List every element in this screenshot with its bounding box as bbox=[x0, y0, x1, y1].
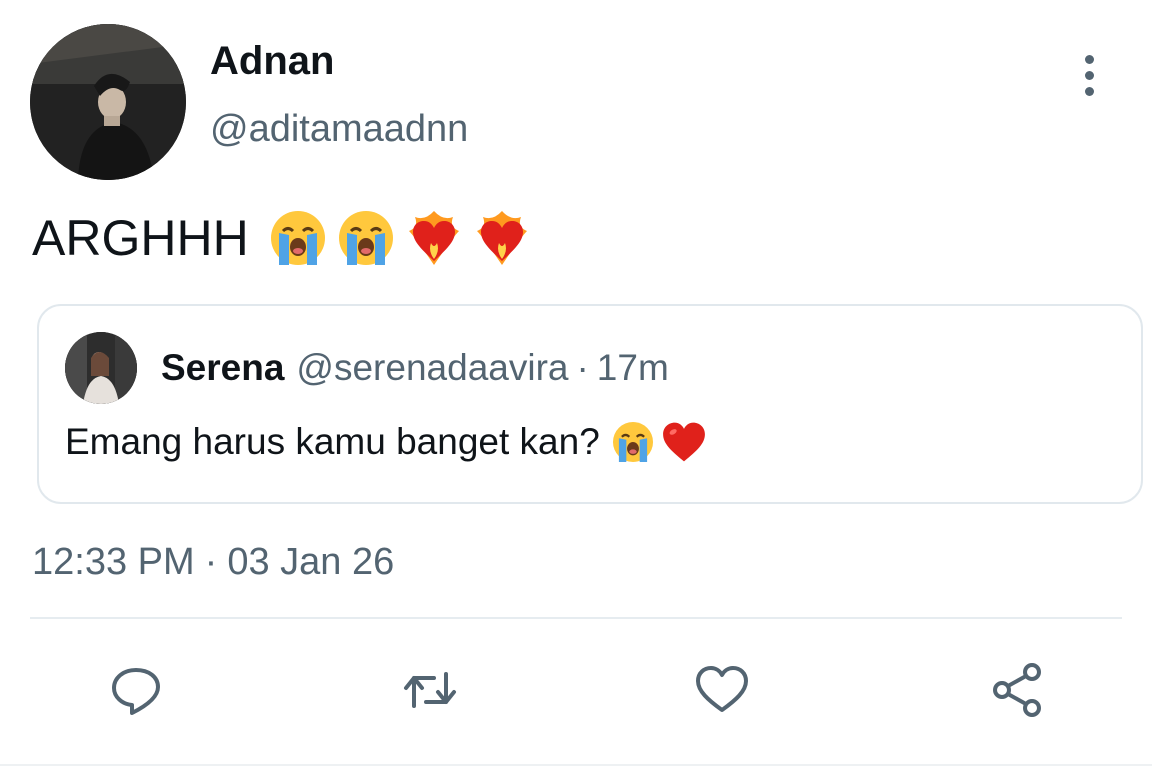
loudly-crying-face-emoji bbox=[338, 211, 393, 265]
tweet-text: ARGHHH bbox=[32, 206, 533, 270]
quoted-separator: · bbox=[576, 347, 589, 388]
quoted-tweet-card[interactable]: Serena @serenadaavira · 17m Emang harus … bbox=[37, 304, 1143, 504]
reply-button[interactable] bbox=[104, 658, 168, 722]
divider bbox=[30, 617, 1122, 619]
author-avatar-image bbox=[30, 24, 186, 180]
timestamp-date: 03 Jan 26 bbox=[227, 540, 395, 583]
author-handle[interactable]: @aditamaadnn bbox=[210, 106, 468, 152]
more-vertical-icon[interactable] bbox=[1066, 50, 1112, 100]
share-button[interactable] bbox=[986, 658, 1050, 722]
quoted-tweet-emojis bbox=[610, 419, 708, 465]
reply-icon bbox=[112, 668, 160, 715]
quoted-author-display-name[interactable]: Serena bbox=[161, 346, 284, 390]
quoted-relative-time[interactable]: 17m bbox=[597, 346, 669, 390]
quoted-tweet-header: Serena @serenadaavira · 17m bbox=[161, 346, 669, 390]
share-icon bbox=[993, 663, 1041, 717]
retweet-icon bbox=[404, 672, 456, 708]
quoted-tweet-text-content: Emang harus kamu banget kan? bbox=[65, 421, 600, 462]
timestamp-separator: · bbox=[204, 540, 218, 583]
like-button[interactable] bbox=[690, 658, 754, 722]
quoted-author-avatar[interactable] bbox=[65, 332, 137, 404]
quoted-tweet-text: Emang harus kamu banget kan? bbox=[65, 416, 708, 468]
quoted-author-handle[interactable]: @serenadaavira bbox=[296, 346, 568, 390]
loudly-crying-face-emoji bbox=[270, 211, 325, 265]
tweet-emojis bbox=[267, 207, 533, 269]
author-display-name[interactable]: Adnan bbox=[210, 38, 334, 84]
heart-icon bbox=[696, 666, 748, 712]
tweet-text-content: ARGHHH bbox=[32, 210, 249, 266]
timestamp-time: 12:33 PM bbox=[32, 540, 195, 583]
tweet-timestamp[interactable]: 12:33 PM · 03 Jan 26 bbox=[32, 538, 394, 586]
red-heart-emoji bbox=[662, 422, 705, 462]
loudly-crying-face-emoji bbox=[612, 421, 653, 463]
quoted-author-avatar-image bbox=[65, 332, 137, 404]
heart-on-fire-emoji bbox=[408, 211, 459, 265]
heart-on-fire-emoji bbox=[476, 211, 527, 265]
bottom-divider bbox=[0, 764, 1152, 766]
author-avatar[interactable] bbox=[30, 24, 186, 180]
retweet-button[interactable] bbox=[398, 658, 462, 722]
